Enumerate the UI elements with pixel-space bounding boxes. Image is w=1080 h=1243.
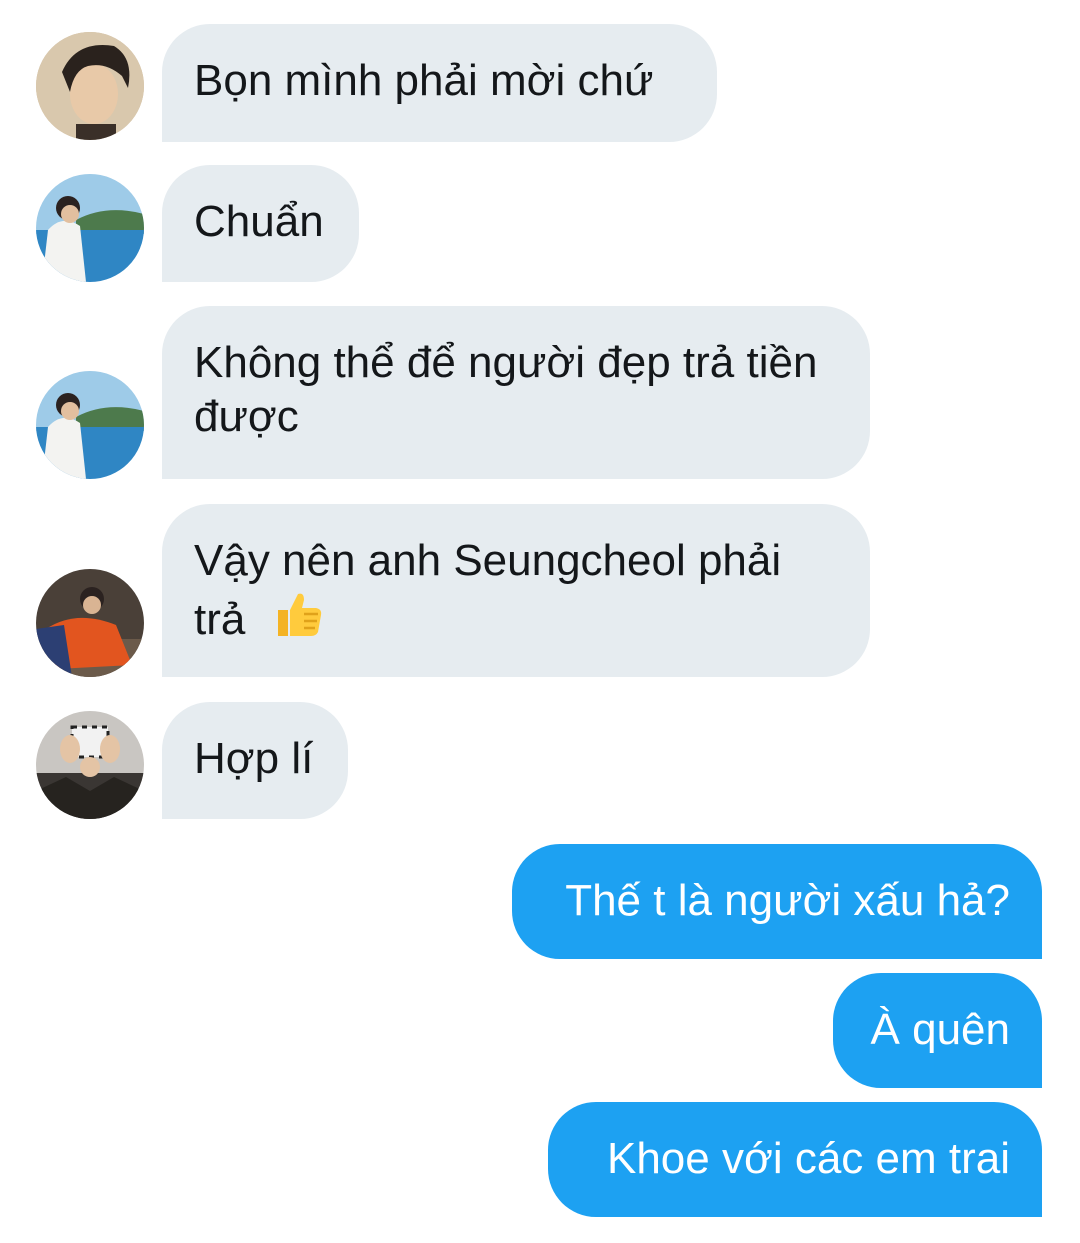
message-row: Hợp lí <box>0 702 1080 819</box>
message-bubble[interactable]: Thế t là người xấu hả? <box>512 844 1042 959</box>
message-text: Chuẩn <box>194 197 324 246</box>
profile-photo <box>36 174 144 282</box>
contact-avatar[interactable] <box>36 32 144 140</box>
chat-thread: Bọn mình phải mời chứ Chuẩn Không thể để… <box>0 0 1080 1243</box>
message-bubble[interactable]: Không thể để người đẹp trả tiền được <box>162 306 870 479</box>
message-bubble[interactable]: À quên <box>833 973 1042 1088</box>
message-bubble[interactable]: Hợp lí <box>162 702 348 819</box>
message-row: Thế t là người xấu hả? <box>0 844 1080 959</box>
profile-photo <box>36 32 144 140</box>
profile-photo <box>36 371 144 479</box>
contact-avatar[interactable] <box>36 711 144 819</box>
message-row: Chuẩn <box>0 165 1080 282</box>
message-text: Hợp lí <box>194 734 314 783</box>
profile-photo <box>36 569 144 677</box>
message-text: À quên <box>870 1005 1010 1054</box>
message-row: Bọn mình phải mời chứ <box>0 24 1080 142</box>
message-row: Vậy nên anh Seungcheol phải trả <box>0 504 1080 677</box>
contact-avatar[interactable] <box>36 371 144 479</box>
message-bubble[interactable]: Khoe với các em trai <box>548 1102 1042 1217</box>
message-bubble[interactable]: Bọn mình phải mời chứ <box>162 24 717 142</box>
message-row: Không thể để người đẹp trả tiền được <box>0 306 1080 479</box>
message-text: Bọn mình phải mời chứ <box>194 56 654 105</box>
message-bubble[interactable]: Vậy nên anh Seungcheol phải trả <box>162 504 870 677</box>
message-row: Khoe với các em trai <box>0 1102 1080 1217</box>
message-bubble[interactable]: Chuẩn <box>162 165 359 282</box>
thumbs-up-icon <box>272 588 324 653</box>
contact-avatar[interactable] <box>36 174 144 282</box>
message-text: Không thể để người đẹp trả tiền được <box>194 338 818 441</box>
contact-avatar[interactable] <box>36 569 144 677</box>
message-text: Khoe với các em trai <box>606 1134 1010 1183</box>
profile-photo <box>36 711 144 819</box>
message-text: Thế t là người xấu hả? <box>565 876 1010 925</box>
message-row: À quên <box>0 973 1080 1088</box>
